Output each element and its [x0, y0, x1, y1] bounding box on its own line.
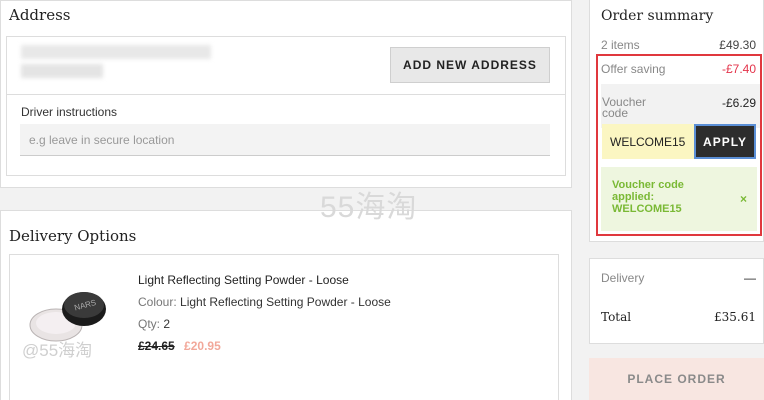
- address-box: ADD NEW ADDRESS Driver instructions: [6, 36, 566, 176]
- qty-label: Qty:: [138, 317, 161, 331]
- watermark-corner: @55海淘: [22, 341, 93, 360]
- delivery-panel: Delivery Options NARS Light Reflecting S…: [0, 210, 572, 400]
- product-price: £24.65 £20.95: [138, 339, 221, 353]
- colour-label: Colour:: [138, 295, 177, 309]
- address-title: Address: [9, 6, 71, 24]
- delivery-row: Delivery —: [601, 271, 756, 285]
- highlight-frame: [596, 54, 762, 236]
- total-label: Total: [601, 310, 632, 324]
- old-price: £24.65: [138, 339, 175, 353]
- delivery-value: —: [744, 271, 756, 285]
- blurred-address-line: [21, 45, 211, 59]
- total-value: £35.61: [714, 310, 756, 324]
- delivery-label: Delivery: [601, 271, 645, 285]
- blurred-address-line: [21, 64, 103, 78]
- items-label: 2 items: [601, 38, 640, 52]
- total-row: Total £35.61: [601, 310, 756, 324]
- address-panel: Address ADD NEW ADDRESS Driver instructi…: [0, 0, 572, 188]
- items-row: 2 items £49.30: [601, 38, 756, 52]
- delivery-title: Delivery Options: [9, 227, 137, 245]
- product-colour: Colour: Light Reflecting Setting Powder …: [138, 295, 391, 309]
- divider: [7, 94, 565, 95]
- qty-value: 2: [163, 317, 171, 331]
- new-price: £20.95: [184, 339, 221, 353]
- items-value: £49.30: [719, 38, 756, 52]
- watermark: 55海淘: [320, 191, 418, 224]
- order-summary-title: Order summary: [601, 8, 714, 24]
- driver-instructions-label: Driver instructions: [21, 105, 118, 119]
- product-name[interactable]: Light Reflecting Setting Powder - Loose: [138, 273, 349, 287]
- colour-value: Light Reflecting Setting Powder - Loose: [180, 295, 391, 309]
- add-new-address-button[interactable]: ADD NEW ADDRESS: [390, 47, 550, 83]
- driver-instructions-input[interactable]: [20, 124, 550, 156]
- product-qty: Qty: 2: [138, 317, 170, 331]
- product-card: NARS Light Reflecting Setting Powder - L…: [9, 254, 559, 400]
- place-order-button[interactable]: PLACE ORDER: [589, 358, 764, 400]
- summary-totals-panel: Delivery — Total £35.61: [589, 258, 764, 344]
